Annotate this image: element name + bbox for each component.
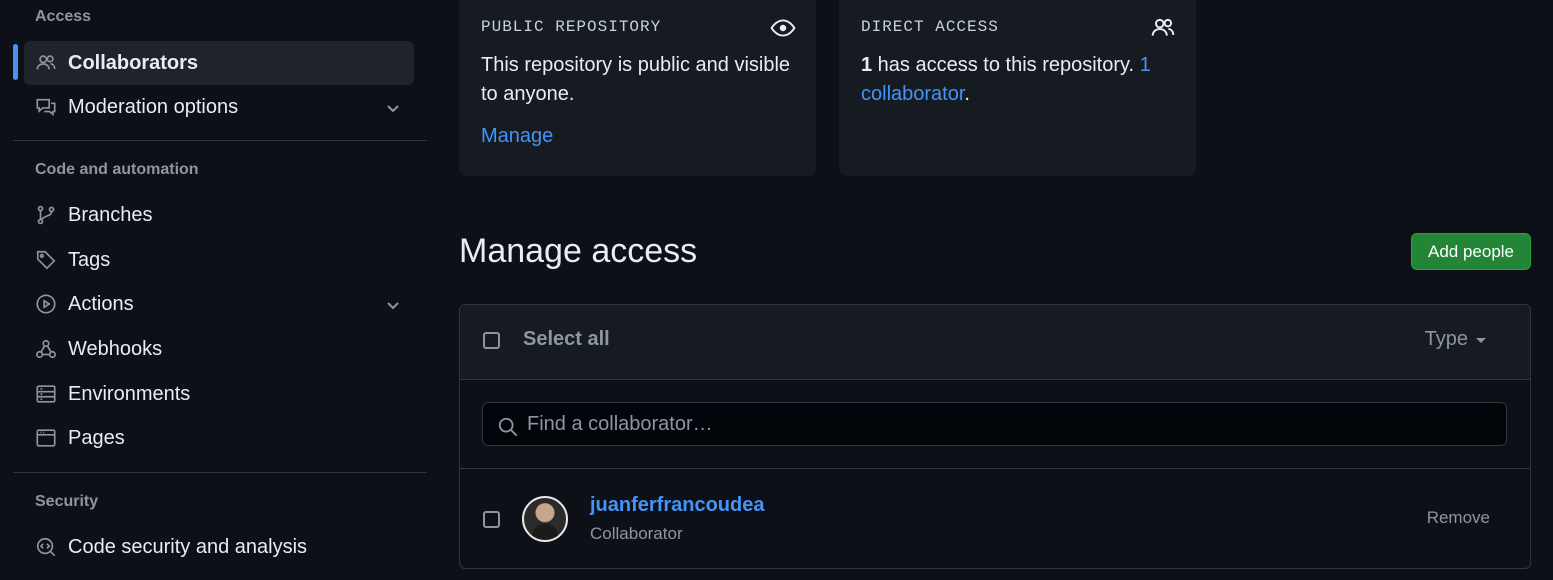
access-suffix: . [964,83,970,105]
sidebar-item-label: Moderation options [68,95,239,118]
collaborator-row: juanferfrancoudea Collaborator Remove [460,470,1530,568]
search-icon [498,417,518,437]
add-people-button[interactable]: Add people [1411,233,1531,270]
sidebar-item-moderation-options[interactable]: Moderation options [24,85,414,129]
caret-down-icon [1476,338,1486,343]
sidebar-item-environments[interactable]: Environments [24,372,414,416]
type-filter-label: Type [1424,328,1468,350]
sidebar-item-pages[interactable]: Pages [24,416,414,460]
select-all-label[interactable]: Select all [523,328,610,351]
card-kicker: PUBLIC REPOSITORY [481,18,662,36]
card-description: This repository is public and visible to… [481,54,791,105]
eye-icon [770,19,796,37]
card-kicker: DIRECT ACCESS [861,18,999,36]
people-icon [34,51,58,75]
sidebar-item-label: Webhooks [68,337,163,360]
sidebar-item-label: Code security and analysis [68,535,308,558]
manage-access-title: Manage access [459,232,698,270]
sidebar-item-actions[interactable]: Actions [24,282,414,326]
settings-page: Access Collaborators Moderation options … [0,0,1553,580]
sidebar-item-label: Tags [68,248,111,271]
sidebar-item-code-security[interactable]: Code security and analysis [24,525,414,569]
search-row [460,380,1530,469]
browser-icon [34,426,58,450]
select-all-checkbox[interactable] [483,332,500,349]
sidebar-item-label: Pages [68,426,125,449]
type-filter-dropdown[interactable]: Type [1425,328,1486,351]
sidebar-item-webhooks[interactable]: Webhooks [24,327,414,371]
find-collaborator-input[interactable] [527,403,1487,445]
avatar-figure [532,524,558,540]
collaborators-box-header: Select all Type [460,305,1530,380]
access-text: has access to this repository. [872,54,1140,76]
comment-discussion-icon [34,95,58,119]
codescan-icon [34,535,58,559]
sidebar-item-label: Actions [68,292,134,315]
collaborator-checkbox[interactable] [483,511,500,528]
search-field [482,402,1507,446]
section-title-security: Security [35,493,99,510]
server-icon [34,382,58,406]
people-icon [1151,18,1175,36]
avatar[interactable] [522,496,568,542]
remove-collaborator-button[interactable]: Remove [1427,508,1490,528]
sidebar-item-branches[interactable]: Branches [24,193,414,237]
settings-sidebar: Access Collaborators Moderation options … [0,0,427,580]
sidebar-item-label: Branches [68,203,153,226]
section-title-access: Access [35,8,92,25]
sidebar-divider [13,140,427,141]
section-title-code-automation: Code and automation [35,161,199,178]
collaborator-username[interactable]: juanferfrancoudea [590,494,764,517]
chevron-down-icon[interactable] [384,99,402,117]
access-count: 1 [861,54,873,76]
active-indicator [13,44,18,80]
play-icon [34,292,58,316]
public-repository-card: PUBLIC REPOSITORY This repository is pub… [459,0,816,176]
sidebar-item-label: Collaborators [68,51,199,74]
sidebar-item-collaborators[interactable]: Collaborators [24,41,414,85]
card-description: 1 has access to this repository. 1 colla… [861,51,1181,109]
collaborators-box: Select all Type juanferfrancoudea Collab… [459,304,1531,569]
direct-access-card: DIRECT ACCESS 1 has access to this repos… [839,0,1196,176]
collaborator-role: Collaborator [590,524,683,543]
tag-icon [34,248,58,272]
sidebar-item-label: Environments [68,382,191,405]
manage-visibility-link[interactable]: Manage [481,125,553,148]
sidebar-divider [13,472,427,473]
chevron-down-icon[interactable] [384,296,402,314]
git-branch-icon [34,203,58,227]
webhook-icon [34,337,58,361]
sidebar-item-tags[interactable]: Tags [24,238,414,282]
